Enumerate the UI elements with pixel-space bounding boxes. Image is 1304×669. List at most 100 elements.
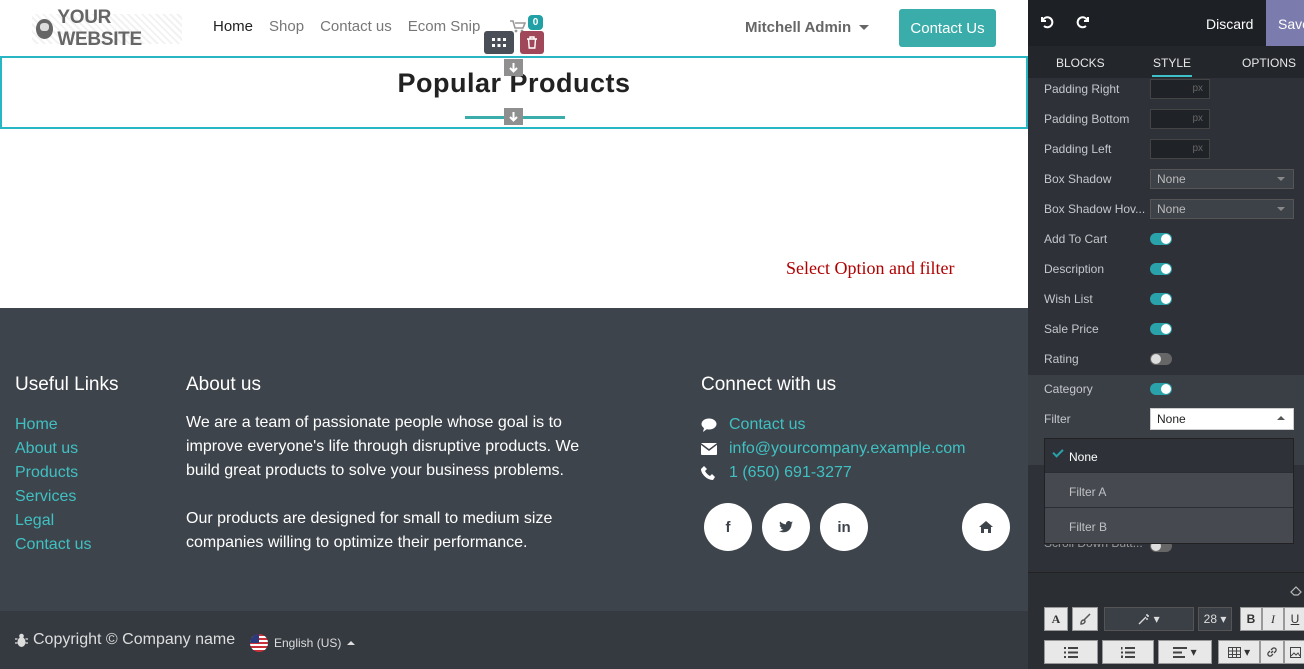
padding-right-input[interactable]: px — [1150, 79, 1210, 99]
home-icon[interactable] — [962, 503, 1010, 551]
bullet-list-icon[interactable] — [1044, 640, 1098, 664]
language-selector[interactable]: English (US) — [250, 634, 356, 652]
table-dropdown[interactable]: ▾ — [1218, 640, 1260, 664]
contact-link[interactable]: Contact us — [701, 413, 966, 437]
site-footer: Useful Links Home About us Products Serv… — [0, 308, 1028, 611]
arrow-down-icon — [509, 63, 518, 73]
text-toolbar: A ▾ 28 ▾ B I U ▾ ▾ — [1028, 572, 1304, 669]
nav-ecom-snip[interactable]: Ecom Snip — [408, 18, 481, 35]
redo-icon[interactable] — [1076, 14, 1094, 32]
filter-value: None — [1157, 412, 1186, 426]
chevron-up-icon — [1277, 416, 1285, 420]
box-shadow-hover-select[interactable]: None — [1150, 199, 1294, 219]
contact-link-label: Contact us — [729, 416, 806, 433]
sale-price-toggle[interactable] — [1150, 323, 1172, 335]
footer-link-products[interactable]: Products — [15, 461, 91, 485]
font-size-value: 28 — [1203, 612, 1217, 626]
copyright-text: Copyright © Company name — [15, 631, 235, 649]
padding-right-label: Padding Right — [1044, 82, 1120, 96]
footer-link-legal[interactable]: Legal — [15, 509, 91, 533]
cart-count-badge: 0 — [528, 15, 543, 30]
description-toggle[interactable] — [1150, 263, 1172, 275]
chevron-down-icon — [1277, 177, 1285, 181]
table-icon — [1227, 646, 1241, 658]
italic-button[interactable]: I — [1262, 607, 1284, 631]
contact-list: Contact us info@yourcompany.example.com … — [701, 413, 966, 485]
undo-icon[interactable] — [1038, 14, 1056, 32]
box-shadow-select[interactable]: None — [1150, 169, 1294, 189]
copyright-label: Copyright © Company name — [33, 631, 236, 648]
linkedin-icon[interactable]: in — [820, 503, 868, 551]
tab-blocks[interactable]: BLOCKS — [1056, 56, 1105, 70]
chevron-up-icon — [347, 641, 356, 645]
site-logo[interactable]: YOUR WEBSITE — [32, 7, 182, 50]
font-size-select[interactable]: 28 ▾ — [1198, 607, 1232, 631]
main-nav: Home Shop Contact us Ecom Snip — [213, 18, 496, 35]
filter-option-a[interactable]: Filter A — [1045, 474, 1293, 508]
padding-bottom-input[interactable]: px — [1150, 109, 1210, 129]
arrow-down-icon — [509, 112, 518, 122]
discard-button[interactable]: Discard — [1206, 16, 1253, 32]
wish-list-toggle[interactable] — [1150, 293, 1172, 305]
active-tab-indicator — [1152, 75, 1192, 77]
connect-heading: Connect with us — [701, 374, 837, 395]
twitter-icon[interactable] — [762, 503, 810, 551]
nav-home[interactable]: Home — [213, 18, 253, 35]
language-label: English (US) — [274, 636, 342, 650]
chevron-down-icon — [859, 25, 870, 30]
move-snippet-button[interactable] — [484, 31, 514, 54]
envelope-icon — [701, 443, 729, 455]
trash-icon — [527, 36, 537, 49]
bold-button[interactable]: B — [1240, 607, 1262, 631]
category-label: Category — [1044, 382, 1093, 396]
user-menu[interactable]: Mitchell Admin — [745, 19, 870, 36]
nav-shop[interactable]: Shop — [269, 18, 304, 35]
add-to-cart-label: Add To Cart — [1044, 232, 1108, 246]
logo-text: YOUR WEBSITE — [57, 7, 142, 50]
contact-us-button[interactable]: Contact Us — [899, 9, 996, 47]
filter-select[interactable]: None — [1150, 408, 1294, 430]
phone-icon — [701, 466, 729, 480]
padding-left-label: Padding Left — [1044, 142, 1112, 156]
filter-option-none[interactable]: None — [1045, 439, 1293, 473]
email-label: info@yourcompany.example.com — [729, 440, 966, 457]
box-shadow-value: None — [1157, 172, 1186, 186]
eraser-icon[interactable] — [1290, 583, 1302, 601]
add-to-cart-toggle[interactable] — [1150, 233, 1172, 245]
padding-left-input[interactable]: px — [1150, 139, 1210, 159]
filter-dropdown-menu: None Filter A Filter B — [1044, 438, 1294, 544]
image-icon[interactable] — [1284, 640, 1304, 664]
site-navbar: YOUR WEBSITE Home Shop Contact us Ecom S… — [0, 0, 1028, 56]
email-link[interactable]: info@yourcompany.example.com — [701, 437, 966, 461]
footer-link-contact[interactable]: Contact us — [15, 533, 91, 557]
brush-icon[interactable] — [1072, 607, 1098, 631]
box-shadow-hover-label: Box Shadow Hov... — [1044, 202, 1146, 216]
magic-wand-dropdown[interactable]: ▾ — [1104, 607, 1194, 631]
footer-link-services[interactable]: Services — [15, 485, 91, 509]
useful-links-list: Home About us Products Services Legal Co… — [15, 413, 91, 557]
facebook-icon[interactable]: f — [704, 503, 752, 551]
footer-link-home[interactable]: Home — [15, 413, 91, 437]
resize-handle-top[interactable] — [504, 59, 523, 76]
padding-bottom-label: Padding Bottom — [1044, 112, 1130, 126]
link-icon[interactable] — [1260, 640, 1284, 664]
resize-handle-bottom[interactable] — [504, 108, 523, 125]
align-dropdown[interactable]: ▾ — [1158, 640, 1212, 664]
footer-link-about[interactable]: About us — [15, 437, 91, 461]
underline-button[interactable]: U — [1284, 607, 1304, 631]
grip-icon — [492, 37, 506, 47]
align-left-icon — [1173, 646, 1188, 658]
tab-options[interactable]: OPTIONS — [1242, 56, 1296, 70]
numbered-list-icon[interactable] — [1102, 640, 1154, 664]
filter-option-b[interactable]: Filter B — [1045, 509, 1293, 543]
box-shadow-label: Box Shadow — [1044, 172, 1112, 186]
tab-style[interactable]: STYLE — [1153, 56, 1191, 70]
nav-contact-us[interactable]: Contact us — [320, 18, 392, 35]
font-color-button[interactable]: A — [1044, 607, 1068, 631]
delete-snippet-button[interactable] — [520, 31, 544, 54]
phone-link[interactable]: 1 (650) 691-3277 — [701, 461, 966, 485]
category-toggle[interactable] — [1150, 383, 1172, 395]
save-button[interactable]: Save — [1266, 0, 1304, 46]
comment-icon — [701, 418, 729, 432]
rating-toggle[interactable] — [1150, 353, 1172, 365]
